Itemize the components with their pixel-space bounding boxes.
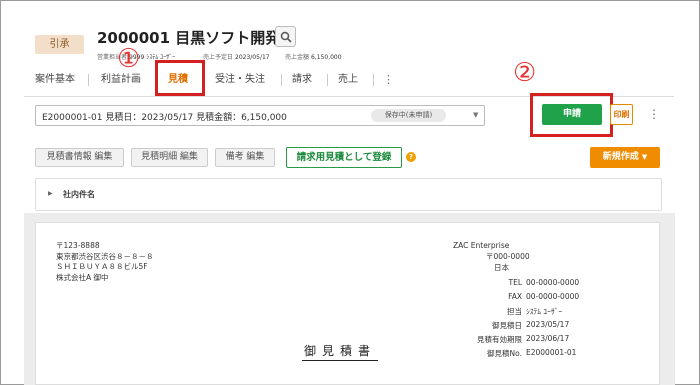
tab-project-basic[interactable]: 案件基本 — [35, 68, 75, 92]
apply-button[interactable]: 申請 — [542, 104, 602, 125]
tab-divider — [373, 74, 374, 86]
search-icon — [280, 31, 292, 43]
search-button[interactable] — [275, 26, 296, 47]
company-country: 日本 — [494, 263, 509, 272]
tab-divider — [88, 74, 89, 86]
new-create-button[interactable]: 新規作成 ▼ — [590, 147, 660, 168]
estimate-status-chip: 保存中(未申請) — [371, 109, 446, 122]
chevron-down-icon: ▼ — [641, 153, 648, 161]
tab-divider — [327, 74, 328, 86]
person-label: 担当 — [507, 307, 522, 316]
help-icon[interactable]: ? — [406, 152, 416, 162]
meta-amount-value: 6,150,000 — [311, 54, 342, 61]
company-postal: 〒000-0000 — [486, 252, 530, 261]
annotation-number-1: ① — [117, 44, 141, 74]
document-recipient-block: 〒123-8888 東京都渋谷区渋谷８－８－８ ＳＨＩＢＵＹＡ８８ビル5F 株式… — [56, 241, 154, 283]
meta-planned-date-value: 2023/05/17 — [235, 54, 270, 61]
valid-until-value: 2023/06/17 — [526, 334, 570, 343]
tab-sales[interactable]: 売上 — [338, 68, 358, 92]
estimate-date-label: 御見積日 — [492, 321, 522, 330]
meta-amount-label: 売上金額 — [285, 54, 310, 61]
tab-order[interactable]: 受注・失注 — [215, 68, 265, 92]
tel-value: 00-0000-0000 — [526, 278, 580, 287]
company-name: ZAC Enterprise — [453, 241, 510, 250]
edit-note-button[interactable]: 備考 編集 — [215, 148, 275, 167]
tab-divider — [281, 74, 282, 86]
status-badge: 引承 — [35, 35, 84, 54]
recipient-name: 株式会社A 御中 — [56, 272, 109, 282]
annotation-box-1 — [155, 60, 205, 96]
document-title: 御見積書 — [302, 342, 379, 361]
valid-until-label: 見積有効期限 — [477, 335, 522, 344]
more-options-icon[interactable]: ⋮ — [648, 107, 660, 121]
meta-amount: 売上金額 6,150,000 — [285, 52, 342, 61]
annotation-number-2: ② — [513, 58, 537, 88]
estimate-no-value: E2000001-01 — [526, 348, 577, 357]
tabs-more-icon[interactable]: ⋮ — [383, 73, 394, 86]
recipient-address1: 東京都渋谷区渋谷８－８－８ — [56, 251, 154, 261]
estimate-select-value: E2000001-01 見積日：2023/05/17 見積金額：6,150,00… — [42, 113, 287, 123]
recipient-postal: 〒123-8888 — [56, 241, 100, 250]
fax-value: 00-0000-0000 — [526, 292, 580, 301]
person-value: ｼｽﾃﾑ ﾕｰｻﾞｰ — [526, 307, 563, 316]
edit-estimate-info-button[interactable]: 見積書情報 編集 — [35, 148, 124, 167]
recipient-address2: ＳＨＩＢＵＹＡ８８ビル5F — [56, 262, 148, 271]
tel-label: TEL — [508, 278, 523, 287]
meta-planned-date-label: 売上予定日 — [203, 54, 234, 61]
estimate-date-value: 2023/05/17 — [526, 320, 570, 329]
edit-estimate-detail-button[interactable]: 見積明細 編集 — [131, 148, 208, 167]
chevron-right-icon: ▶ — [48, 190, 53, 197]
meta-planned-date: 売上予定日 2023/05/17 — [203, 52, 270, 61]
tab-billing[interactable]: 請求 — [292, 68, 312, 92]
accordion-label: 社内件名 — [63, 190, 95, 199]
estimate-select[interactable]: E2000001-01 見積日：2023/05/17 見積金額：6,150,00… — [35, 105, 485, 126]
new-create-label: 新規作成 — [602, 152, 639, 162]
print-button[interactable]: 印刷 — [610, 104, 633, 125]
register-billing-estimate-button[interactable]: 請求用見積として登録 — [286, 147, 402, 168]
chevron-down-icon: ▼ — [473, 111, 479, 119]
internal-name-accordion[interactable]: ▶ 社内件名 — [35, 178, 662, 211]
estimate-no-label: 御見積No. — [487, 349, 522, 358]
fax-label: FAX — [508, 292, 522, 301]
